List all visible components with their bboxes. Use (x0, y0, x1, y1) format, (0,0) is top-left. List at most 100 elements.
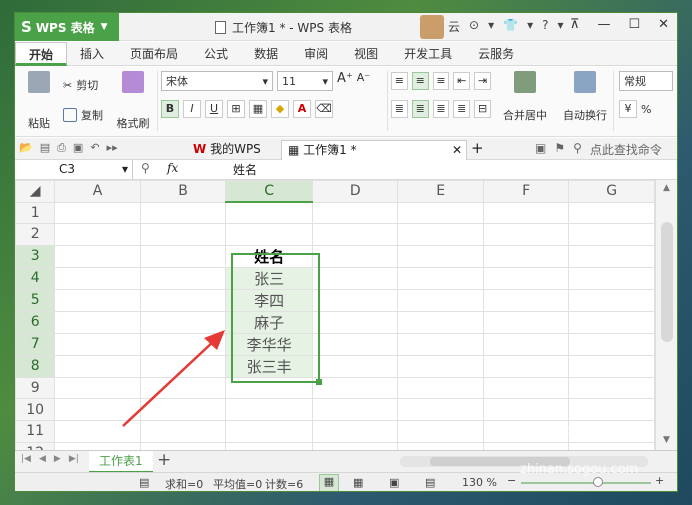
search-icon[interactable]: ⚲ (573, 141, 582, 158)
zoom-slider-thumb[interactable] (593, 477, 603, 487)
align-right-icon[interactable]: ≣ (432, 100, 450, 118)
zoom-level[interactable]: 130 % (462, 476, 497, 489)
macro-icon[interactable]: ▤ (139, 476, 149, 489)
prev-sheet-icon[interactable]: ◀ (39, 454, 46, 464)
align-left-icon[interactable]: ≣ (391, 100, 408, 118)
close-icon[interactable]: ✕ (452, 141, 462, 159)
undo-icon[interactable]: ↶ (90, 141, 99, 155)
font-color-icon[interactable]: A (293, 100, 311, 118)
last-sheet-icon[interactable]: ▶| (69, 454, 79, 464)
currency-icon[interactable]: ¥ (619, 100, 637, 118)
add-tab-icon[interactable]: + (471, 139, 484, 157)
page-layout-view-icon[interactable]: ▣ (389, 476, 399, 489)
font-size-select[interactable]: 11 ▾ (277, 71, 333, 91)
first-sheet-icon[interactable]: |◀ (21, 454, 31, 464)
scroll-down-icon[interactable]: ▼ (663, 435, 670, 445)
more-icon[interactable]: ▸▸ (107, 141, 118, 155)
align-bottom-icon[interactable]: ≡ (432, 72, 450, 90)
next-sheet-icon[interactable]: ▶ (54, 454, 61, 464)
spreadsheet-grid[interactable]: ◢ A B C D E F G 1 2 3 姓名 4 张三 5 李四 6 麻子 … (15, 180, 655, 450)
copy-icon (63, 108, 77, 122)
decrease-font-icon[interactable]: A⁻ (357, 71, 370, 91)
scroll-up-icon[interactable]: ▲ (663, 183, 670, 193)
formula-bar: C3 ▾ ⚲ fx 姓名 (15, 160, 677, 180)
scroll-thumb[interactable] (661, 222, 673, 342)
window-title: 工作簿1 * - WPS 表格 (215, 19, 352, 36)
tab-review[interactable]: 审阅 (291, 42, 341, 66)
maximize-button[interactable]: ☐ (628, 17, 640, 32)
chevron-down-icon[interactable]: ▾ (557, 18, 563, 35)
increase-font-icon[interactable]: A⁺ (337, 71, 353, 91)
format-painter-button[interactable]: 格式刷 (113, 71, 153, 131)
wps-w-icon: W (193, 142, 207, 156)
skin-icon[interactable]: 👕 (503, 18, 518, 35)
merge-center-button[interactable]: 合并居中 (495, 71, 555, 123)
avatar[interactable] (420, 15, 444, 39)
border-icon[interactable]: ⊞ (227, 100, 245, 118)
wrap-text-button[interactable]: 自动换行 (559, 71, 611, 123)
minimize-button[interactable]: — (597, 17, 610, 32)
app-menu-button[interactable]: S WPS 表格 ▼ (15, 13, 119, 41)
restore-ribbon-icon[interactable]: ⊼ (570, 17, 580, 32)
zoom-in-button[interactable]: + (655, 474, 664, 487)
vertical-scrollbar[interactable]: ▲ ▼ (655, 180, 677, 450)
align-middle-icon[interactable]: ≡ (411, 72, 429, 90)
clear-format-icon[interactable]: ⌫ (315, 100, 333, 118)
bold-button[interactable]: B (161, 100, 179, 118)
sheet-tab-1[interactable]: 工作表1 (89, 451, 153, 473)
help-icon[interactable]: ? (542, 18, 548, 35)
underline-button[interactable]: U (205, 100, 223, 118)
indent-decrease-icon[interactable]: ⇤ (453, 72, 471, 90)
status-icon[interactable]: ⊙ (469, 18, 479, 35)
tab-home[interactable]: 开始 (15, 42, 68, 66)
number-format-select[interactable]: 常规 (619, 71, 673, 91)
user-name[interactable]: 云 (448, 18, 460, 35)
doc-menu-icon[interactable]: ▣ (535, 141, 546, 158)
tab-workbook[interactable]: ▦ 工作簿1 * ✕ (281, 140, 467, 160)
watermark-url: zhinan.sogou.com (520, 462, 639, 477)
italic-button[interactable]: I (183, 100, 201, 118)
tab-page-layout[interactable]: 页面布局 (117, 42, 191, 66)
align-top-icon[interactable]: ≡ (391, 72, 408, 90)
tab-developer[interactable]: 开发工具 (391, 42, 465, 66)
justify-icon[interactable]: ≣ (453, 100, 471, 118)
tab-cloud[interactable]: 云服务 (465, 42, 527, 66)
name-box[interactable]: C3 ▾ (15, 160, 133, 179)
normal-view-icon[interactable]: ▦ (319, 474, 339, 491)
fill-color-icon[interactable]: ◆ (271, 100, 289, 118)
close-button[interactable]: ✕ (658, 17, 669, 32)
number-format-value: 常规 (624, 75, 646, 88)
add-sheet-icon[interactable]: + (157, 450, 171, 470)
merge-center-label: 合并居中 (503, 109, 547, 122)
open-folder-icon[interactable]: 📂 (19, 141, 33, 155)
fx-button[interactable]: fx (167, 161, 178, 175)
zoom-slider[interactable] (521, 477, 651, 487)
print-preview-icon[interactable]: ⎙ (57, 141, 66, 155)
paste-button[interactable]: 粘贴 (21, 71, 57, 131)
tab-view[interactable]: 视图 (341, 42, 391, 66)
percent-button[interactable]: % (641, 103, 651, 116)
chevron-down-icon[interactable]: ▾ (488, 18, 494, 35)
formula-input[interactable]: 姓名 (233, 161, 257, 178)
cut-label: 剪切 (76, 79, 99, 92)
tab-data[interactable]: 数据 (241, 42, 291, 66)
print-icon[interactable]: ▣ (73, 141, 83, 155)
command-search-label[interactable]: 点此查找命令 (590, 141, 662, 158)
flag-icon[interactable]: ⚑ (554, 141, 565, 158)
page-break-view-icon[interactable]: ▦ (353, 476, 363, 489)
font-name-select[interactable]: 宋体 ▾ (161, 71, 273, 91)
distribute-icon[interactable]: ⊟ (474, 100, 491, 118)
cell-style-icon[interactable]: ▦ (249, 100, 267, 118)
chevron-down-icon[interactable]: ▾ (527, 18, 533, 35)
reading-mode-icon[interactable]: ▤ (425, 476, 435, 489)
watermark-brand: 搜狗指南 (530, 422, 607, 444)
alignment-group: ≡ ≡ ≡ ⇤ ⇥ ≣ ≣ ≣ ≣ ⊟ (391, 71, 491, 119)
indent-increase-icon[interactable]: ⇥ (474, 72, 491, 90)
zoom-out-button[interactable]: − (507, 474, 516, 487)
tab-my-wps[interactable]: W 我的WPS (187, 140, 267, 160)
tab-insert[interactable]: 插入 (67, 42, 117, 66)
save-icon[interactable]: ▤ (40, 141, 50, 155)
tab-formulas[interactable]: 公式 (191, 42, 241, 66)
align-center-icon[interactable]: ≣ (411, 100, 429, 118)
zoom-search-icon[interactable]: ⚲ (141, 161, 150, 175)
